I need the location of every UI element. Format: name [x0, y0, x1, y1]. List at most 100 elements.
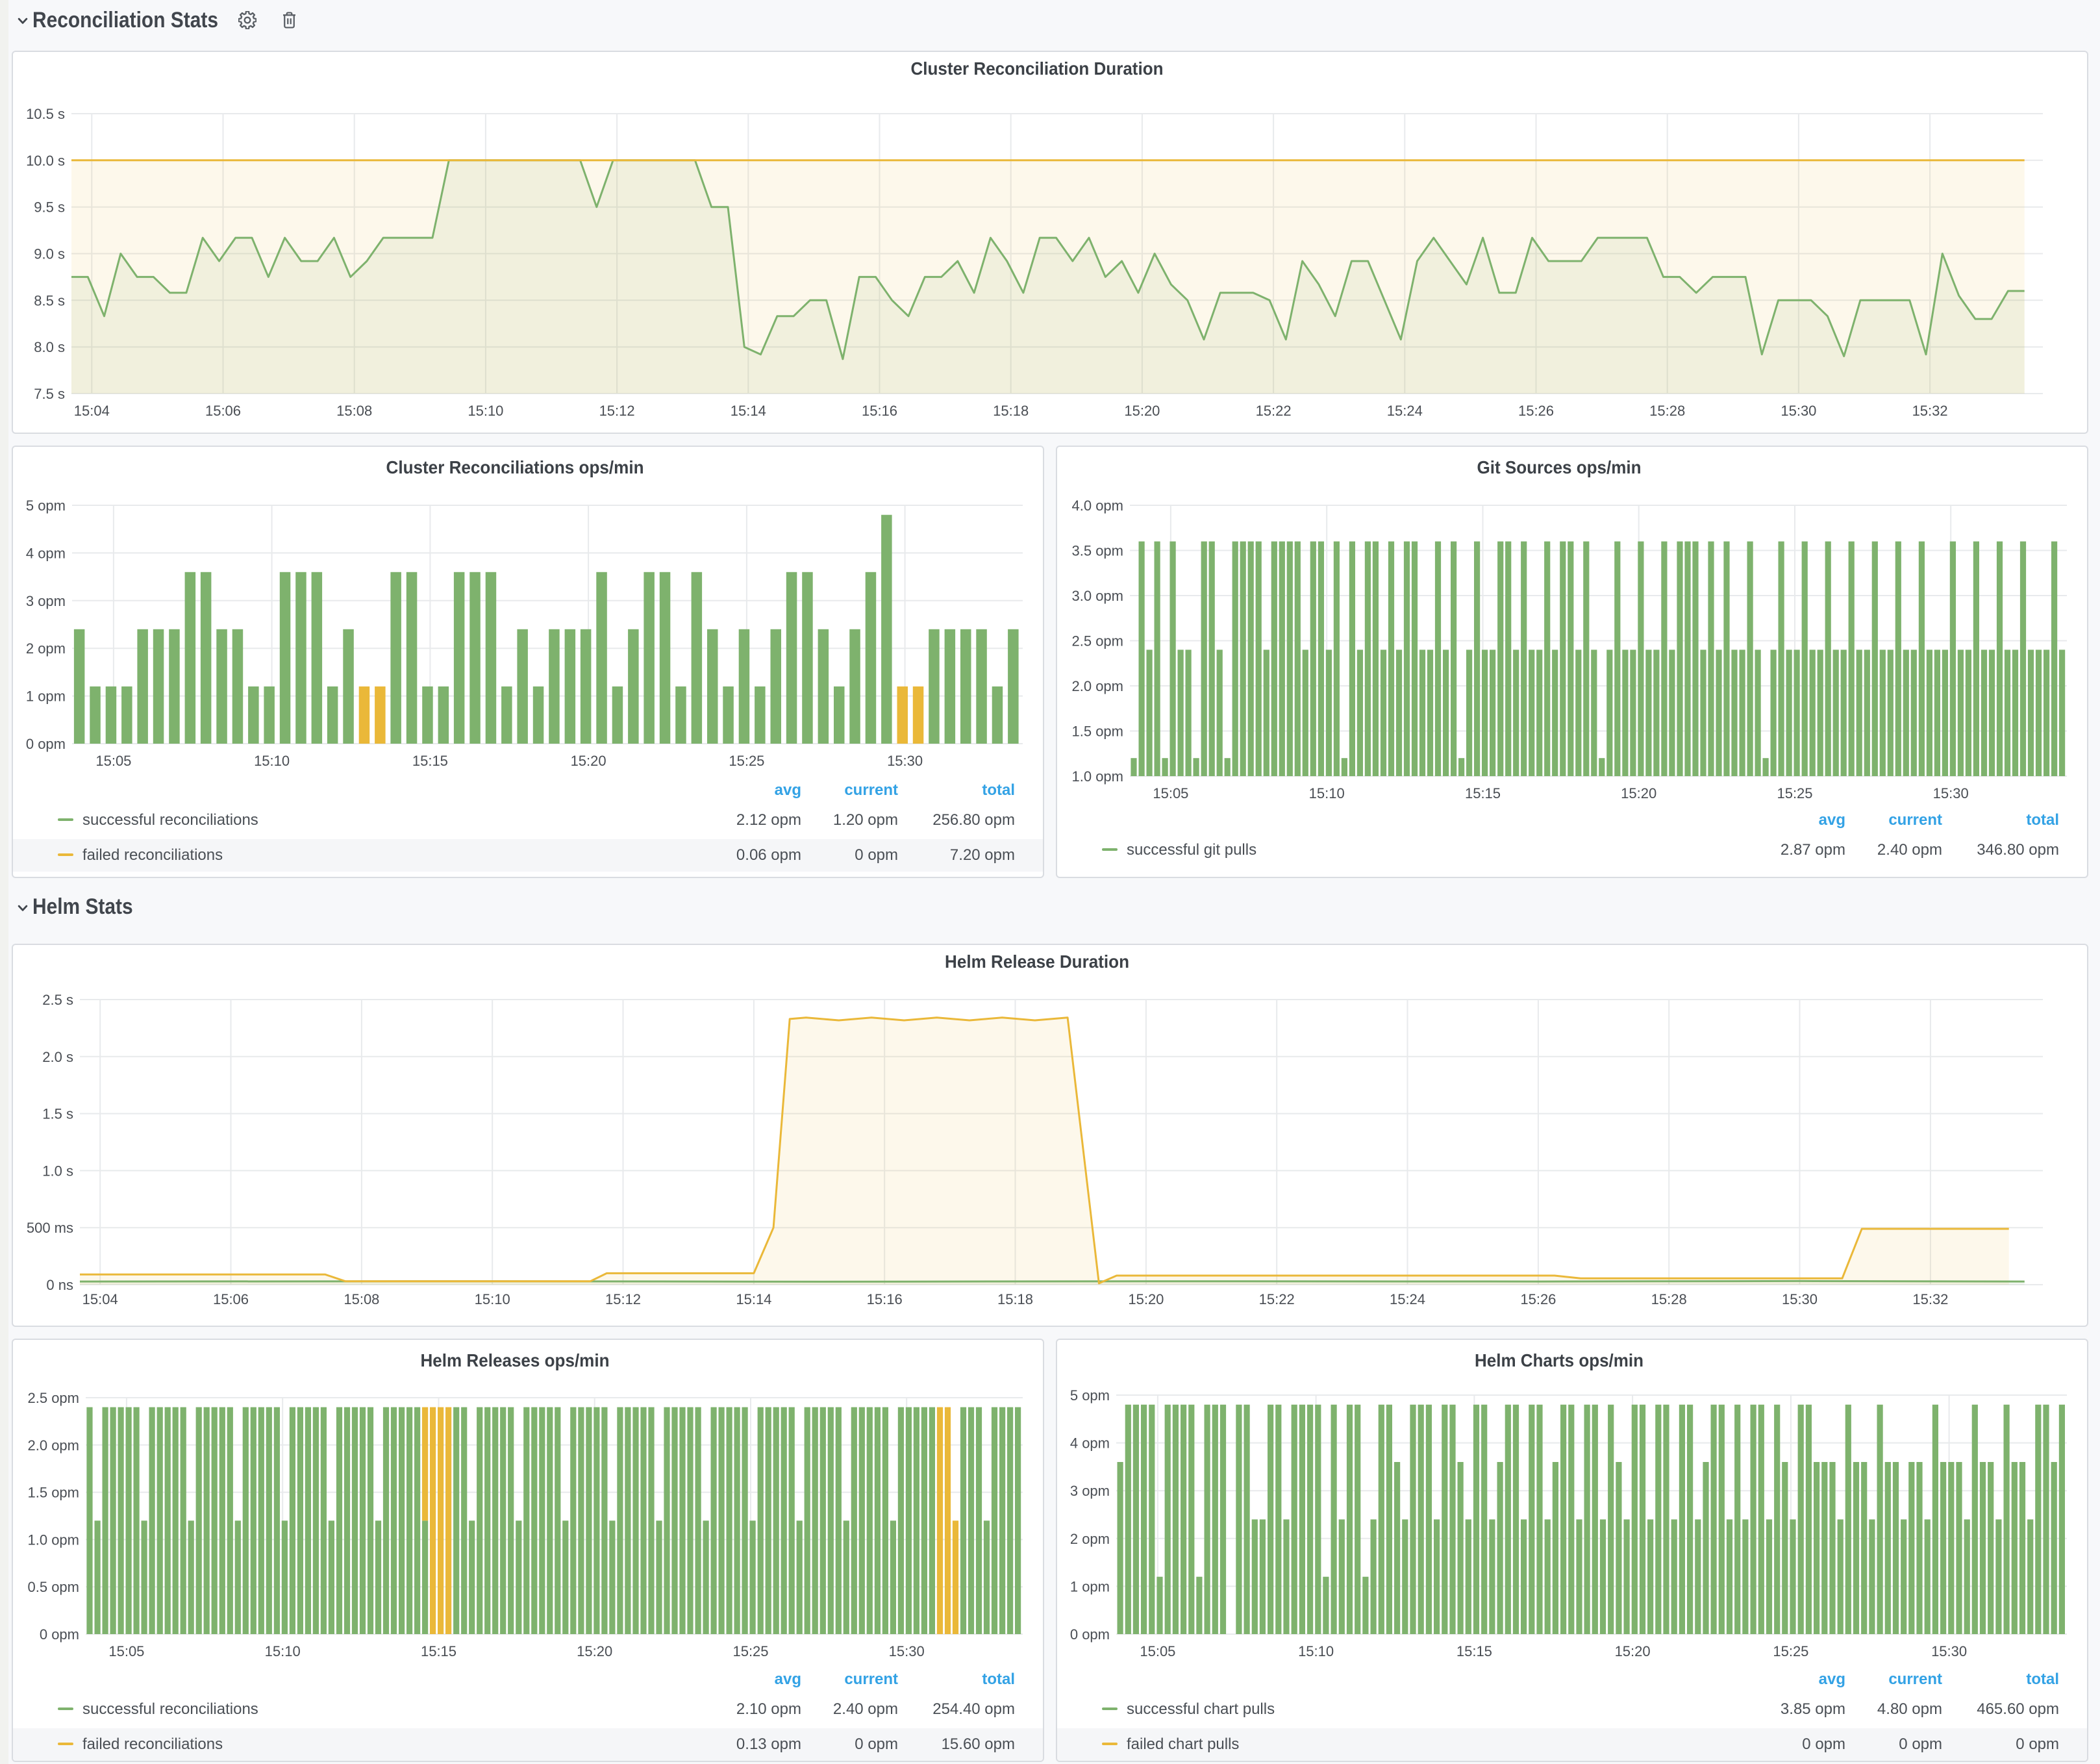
- svg-text:15:32: 15:32: [1912, 1291, 1948, 1307]
- svg-text:15:10: 15:10: [475, 1291, 510, 1307]
- svg-text:3 opm: 3 opm: [26, 593, 66, 609]
- svg-text:successful chart pulls: successful chart pulls: [1127, 1700, 1275, 1718]
- svg-text:1 opm: 1 opm: [1070, 1578, 1110, 1594]
- svg-text:0 opm: 0 opm: [1070, 1626, 1110, 1643]
- svg-text:8.0 s: 8.0 s: [34, 339, 65, 355]
- svg-text:0.13 opm: 0.13 opm: [736, 1735, 801, 1753]
- svg-text:15:05: 15:05: [108, 1643, 144, 1659]
- svg-text:7.20 opm: 7.20 opm: [950, 846, 1015, 864]
- svg-text:2 opm: 2 opm: [26, 640, 66, 657]
- svg-text:15:30: 15:30: [887, 753, 923, 769]
- svg-text:15:30: 15:30: [1931, 1643, 1967, 1659]
- svg-text:15:20: 15:20: [571, 753, 606, 769]
- svg-text:15:30: 15:30: [1781, 403, 1816, 419]
- svg-text:15:24: 15:24: [1390, 1291, 1425, 1307]
- svg-text:2 opm: 2 opm: [1070, 1531, 1110, 1547]
- svg-text:15:18: 15:18: [997, 1291, 1033, 1307]
- svg-text:3 opm: 3 opm: [1070, 1483, 1110, 1499]
- svg-text:254.40 opm: 254.40 opm: [932, 1700, 1015, 1718]
- svg-text:8.5 s: 8.5 s: [34, 292, 65, 309]
- svg-text:15:15: 15:15: [1465, 785, 1501, 801]
- svg-text:successful git pulls: successful git pulls: [1127, 841, 1256, 859]
- svg-text:5 opm: 5 opm: [26, 498, 66, 514]
- svg-text:500 ms: 500 ms: [27, 1220, 73, 1236]
- svg-text:15:26: 15:26: [1518, 403, 1554, 419]
- svg-text:4.80 opm: 4.80 opm: [1877, 1700, 1942, 1718]
- svg-text:15:04: 15:04: [74, 403, 110, 419]
- svg-text:1.20 opm: 1.20 opm: [833, 811, 898, 829]
- svg-text:15:32: 15:32: [1912, 403, 1948, 419]
- svg-text:1.5 opm: 1.5 opm: [28, 1485, 80, 1501]
- svg-text:0.5 opm: 0.5 opm: [28, 1579, 80, 1595]
- svg-text:1 opm: 1 opm: [26, 688, 66, 705]
- svg-text:total: total: [2026, 1670, 2059, 1688]
- svg-text:current: current: [844, 781, 898, 799]
- svg-text:15:10: 15:10: [254, 753, 290, 769]
- svg-text:15:08: 15:08: [344, 1291, 379, 1307]
- svg-text:Helm Releases ops/min: Helm Releases ops/min: [421, 1350, 610, 1370]
- svg-text:15:06: 15:06: [213, 1291, 249, 1307]
- svg-text:15:10: 15:10: [1309, 785, 1345, 801]
- svg-text:2.5 s: 2.5 s: [42, 992, 73, 1008]
- svg-text:15:20: 15:20: [1615, 1643, 1651, 1659]
- svg-text:15:05: 15:05: [1140, 1643, 1175, 1659]
- svg-text:failed chart pulls: failed chart pulls: [1127, 1735, 1239, 1753]
- svg-text:2.10 opm: 2.10 opm: [736, 1700, 801, 1718]
- svg-text:3.0 opm: 3.0 opm: [1072, 588, 1124, 604]
- svg-text:15:16: 15:16: [867, 1291, 903, 1307]
- svg-text:2.5 opm: 2.5 opm: [1072, 633, 1124, 649]
- svg-text:0 opm: 0 opm: [1899, 1735, 1942, 1753]
- svg-text:current: current: [1888, 1670, 1942, 1688]
- svg-text:1.0 s: 1.0 s: [42, 1163, 73, 1179]
- svg-text:successful reconciliations: successful reconciliations: [82, 1700, 258, 1718]
- svg-text:15:12: 15:12: [599, 403, 635, 419]
- svg-text:5 opm: 5 opm: [1070, 1387, 1110, 1404]
- svg-text:15:12: 15:12: [605, 1291, 641, 1307]
- svg-text:3.5 opm: 3.5 opm: [1072, 543, 1124, 559]
- svg-text:1.5 opm: 1.5 opm: [1072, 724, 1124, 740]
- svg-text:4 opm: 4 opm: [1070, 1435, 1110, 1452]
- svg-text:0 opm: 0 opm: [855, 1735, 898, 1753]
- svg-text:15:24: 15:24: [1387, 403, 1423, 419]
- svg-text:4.0 opm: 4.0 opm: [1072, 498, 1124, 514]
- svg-text:15:06: 15:06: [205, 403, 241, 419]
- svg-text:15:30: 15:30: [889, 1643, 925, 1659]
- svg-text:256.80 opm: 256.80 opm: [932, 811, 1015, 829]
- svg-text:0 opm: 0 opm: [855, 846, 898, 864]
- svg-text:15:22: 15:22: [1259, 1291, 1295, 1307]
- svg-text:15:14: 15:14: [731, 403, 766, 419]
- svg-text:0 opm: 0 opm: [26, 736, 66, 752]
- svg-text:current: current: [1888, 811, 1942, 829]
- svg-text:15:05: 15:05: [95, 753, 131, 769]
- svg-text:7.5 s: 7.5 s: [34, 386, 65, 402]
- svg-text:15:20: 15:20: [1124, 403, 1160, 419]
- svg-text:0 opm: 0 opm: [1802, 1735, 1845, 1753]
- svg-text:successful reconciliations: successful reconciliations: [82, 811, 258, 829]
- svg-text:15:05: 15:05: [1153, 785, 1188, 801]
- svg-text:15:25: 15:25: [732, 1643, 768, 1659]
- svg-text:15:20: 15:20: [1621, 785, 1656, 801]
- svg-text:15:28: 15:28: [1649, 403, 1685, 419]
- svg-text:1.5 s: 1.5 s: [42, 1106, 73, 1122]
- svg-text:avg: avg: [775, 1670, 801, 1688]
- svg-text:2.0 opm: 2.0 opm: [28, 1437, 80, 1454]
- svg-text:failed reconciliations: failed reconciliations: [82, 1735, 223, 1753]
- svg-text:0 opm: 0 opm: [40, 1626, 79, 1643]
- svg-text:15:18: 15:18: [993, 403, 1029, 419]
- svg-text:15:20: 15:20: [1128, 1291, 1164, 1307]
- svg-text:2.40 opm: 2.40 opm: [833, 1700, 898, 1718]
- svg-text:15:14: 15:14: [736, 1291, 771, 1307]
- svg-text:0 opm: 0 opm: [2016, 1735, 2059, 1753]
- svg-text:15:20: 15:20: [577, 1643, 612, 1659]
- svg-text:2.87 opm: 2.87 opm: [1781, 841, 1845, 859]
- svg-text:15:15: 15:15: [421, 1643, 456, 1659]
- svg-text:9.5 s: 9.5 s: [34, 199, 65, 216]
- svg-text:15:10: 15:10: [1298, 1643, 1334, 1659]
- svg-text:9.0 s: 9.0 s: [34, 246, 65, 262]
- svg-text:2.0 s: 2.0 s: [42, 1049, 73, 1065]
- svg-text:3.85 opm: 3.85 opm: [1781, 1700, 1845, 1718]
- svg-text:avg: avg: [1819, 1670, 1845, 1688]
- svg-text:Git Sources ops/min: Git Sources ops/min: [1477, 457, 1642, 477]
- svg-text:346.80 opm: 346.80 opm: [1977, 841, 2059, 859]
- svg-text:15:25: 15:25: [1773, 1643, 1808, 1659]
